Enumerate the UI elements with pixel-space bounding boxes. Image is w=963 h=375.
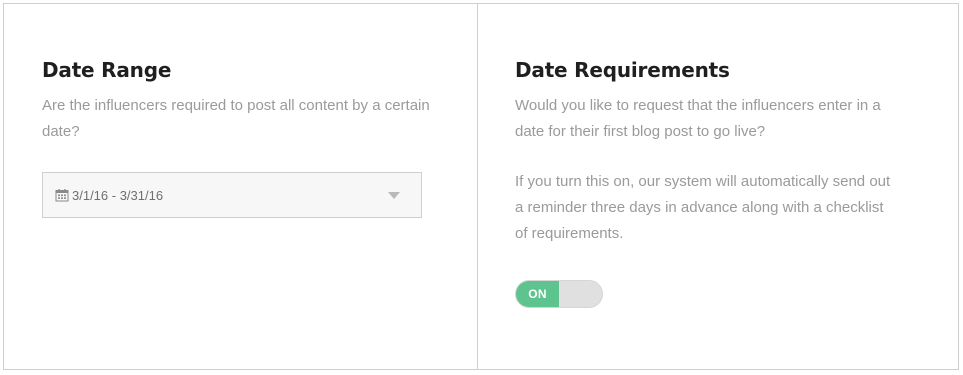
date-requirements-title: Date Requirements — [515, 58, 730, 82]
date-requirements-toggle[interactable]: ON — [515, 280, 603, 308]
date-range-value: 3/1/16 - 3/31/16 — [72, 187, 164, 203]
date-range-description: Are the influencers required to post all… — [42, 97, 430, 140]
settings-card: Date Range Are the influencers required … — [3, 3, 959, 370]
date-requirements-panel: Date Requirements Would you like to requ… — [478, 4, 958, 369]
calendar-icon — [55, 188, 69, 202]
toggle-on-segment: ON — [516, 281, 559, 307]
date-range-select[interactable]: 3/1/16 - 3/31/16 — [42, 172, 422, 218]
chevron-down-icon — [388, 192, 400, 199]
toggle-label: ON — [528, 287, 547, 301]
date-requirements-description: Would you like to request that the influ… — [515, 97, 881, 140]
date-range-title: Date Range — [42, 58, 172, 82]
date-range-panel: Date Range Are the influencers required … — [4, 4, 478, 369]
date-requirements-note: If you turn this on, our system will aut… — [515, 173, 891, 242]
